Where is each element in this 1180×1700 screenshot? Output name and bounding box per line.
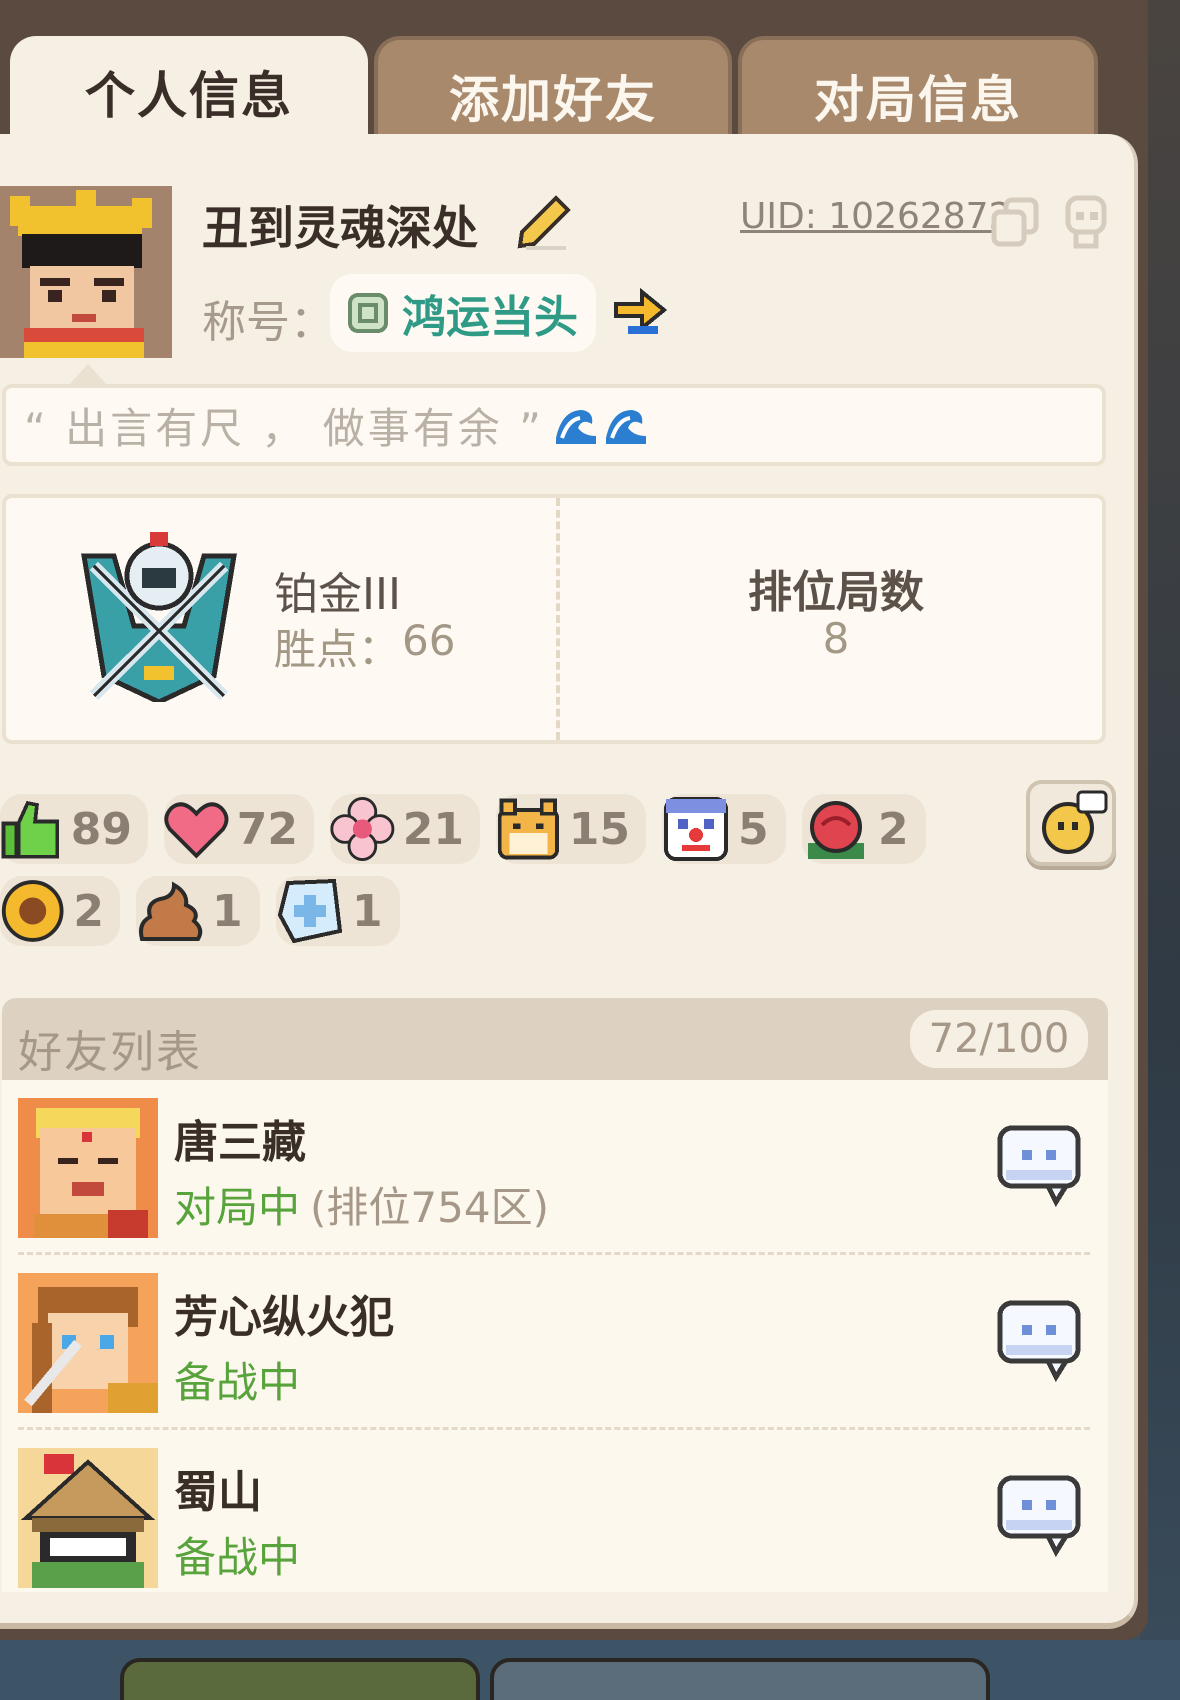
thumbs-up-icon	[1, 800, 60, 859]
reaction-clown[interactable]: 5	[662, 794, 786, 864]
friend-name: 蜀山	[174, 1467, 262, 1518]
uid-label: UID: 10262872	[740, 196, 1012, 237]
friend-status: 对局中 (排位754区)	[174, 1174, 549, 1235]
chat-bubble-icon	[997, 1475, 1081, 1558]
friend-status: 备战中	[174, 1349, 300, 1410]
rank-points-label: 胜点：	[274, 625, 401, 674]
emoji-reaction-button[interactable]	[1026, 780, 1116, 866]
friend-status: 备战中	[174, 1524, 300, 1585]
reaction-thumbs-up[interactable]: 89	[0, 794, 148, 864]
clown-icon	[664, 797, 728, 861]
tab-match-info[interactable]: 对局信息	[738, 36, 1098, 146]
ranked-games-label: 排位局数	[748, 567, 924, 618]
reaction-count: 72	[236, 803, 298, 855]
friend-row[interactable]: 唐三藏 对局中 (排位754区)	[2, 1080, 1108, 1255]
bottom-button-left[interactable]	[120, 1658, 480, 1700]
tab-add-friend[interactable]: 添加好友	[374, 36, 732, 146]
wave-icon	[555, 410, 596, 444]
friends-list-header: 好友列表 72/100	[2, 998, 1108, 1080]
friend-status-text: 备战中	[174, 1533, 301, 1582]
copy-icon[interactable]	[990, 196, 1040, 248]
title-label: 称号：	[202, 297, 334, 348]
ice-icon	[277, 878, 343, 944]
reaction-count: 21	[402, 803, 464, 855]
chat-bubble-icon	[997, 1300, 1081, 1383]
reaction-count: 5	[738, 803, 769, 855]
friends-list[interactable]: 唐三藏 对局中 (排位754区) 芳心纵火犯 备战中 蜀山 备战中	[2, 1080, 1108, 1592]
reaction-rose[interactable]: 2	[802, 794, 926, 864]
reaction-count: 1	[212, 885, 243, 937]
player-avatar[interactable]	[0, 186, 172, 358]
reaction-heart[interactable]: 72	[164, 794, 314, 864]
smile-add-icon	[1042, 790, 1108, 854]
friends-list-title: 好友列表	[18, 1027, 202, 1078]
reaction-count: 1	[352, 885, 383, 937]
flower-icon	[330, 797, 395, 861]
title-value: 鸿运当头	[402, 292, 578, 343]
rank-tier: 铂金III	[274, 569, 401, 620]
friend-row[interactable]: 芳心纵火犯 备战中	[2, 1255, 1108, 1430]
wave-icon	[605, 410, 646, 444]
friend-status-detail: (排位754区)	[310, 1183, 549, 1232]
profile-panel: 丑到灵魂深处 UID: 10262872 称号： 鸿运当头 “ 出言有尺 ， 做…	[0, 134, 1138, 1629]
friend-status-text: 对局中	[174, 1183, 301, 1232]
friend-avatar[interactable]	[18, 1098, 158, 1238]
rank-points-value: 66	[402, 616, 456, 665]
reaction-poop[interactable]: 1	[136, 876, 260, 946]
signature-box[interactable]: “ 出言有尺 ， 做事有余 ”	[2, 384, 1106, 466]
reaction-sunflower[interactable]: 2	[0, 876, 120, 946]
ranked-games-value: 8	[822, 614, 850, 663]
rank-card[interactable]: 铂金III 胜点： 66 排位局数 8	[2, 494, 1106, 744]
chat-button[interactable]	[996, 1474, 1084, 1560]
rank-emblem-icon	[74, 526, 244, 705]
chat-bubble-icon	[997, 1125, 1081, 1208]
chat-button[interactable]	[996, 1124, 1084, 1210]
rose-icon	[808, 801, 864, 859]
bottom-button-right[interactable]	[490, 1658, 990, 1700]
friend-avatar[interactable]	[18, 1448, 158, 1588]
chat-button[interactable]	[996, 1299, 1084, 1385]
heart-icon	[164, 802, 229, 859]
friend-name: 唐三藏	[174, 1117, 306, 1168]
username: 丑到灵魂深处	[202, 201, 478, 255]
reaction-count: 89	[70, 803, 132, 855]
friend-avatar[interactable]	[18, 1273, 158, 1413]
reaction-count: 2	[878, 803, 909, 855]
signature-text: “ 出言有尺 ， 做事有余 ”	[24, 403, 544, 453]
coin-icon	[348, 293, 388, 333]
sunflower-icon	[1, 880, 64, 942]
reaction-count: 2	[73, 885, 104, 937]
swap-title-icon[interactable]	[612, 286, 672, 342]
pencil-icon[interactable]	[512, 192, 572, 252]
reaction-count: 15	[568, 803, 630, 855]
player-title-badge[interactable]: 鸿运当头	[330, 274, 596, 352]
friend-status-text: 备战中	[174, 1358, 301, 1407]
friend-name: 芳心纵火犯	[174, 1292, 394, 1343]
signature-emoji	[552, 402, 652, 448]
doge-icon	[497, 798, 559, 860]
reaction-doge[interactable]: 15	[496, 794, 646, 864]
reaction-ice[interactable]: 1	[276, 876, 400, 946]
friend-row[interactable]: 蜀山 备战中	[2, 1430, 1108, 1592]
poop-icon	[139, 881, 203, 941]
signature-pointer	[68, 364, 108, 386]
tab-personal-info[interactable]: 个人信息	[10, 36, 368, 146]
friends-count-badge: 72/100	[910, 1010, 1088, 1068]
rank-divider	[556, 498, 560, 740]
skull-icon[interactable]	[1060, 194, 1112, 250]
reaction-flower[interactable]: 21	[330, 794, 480, 864]
